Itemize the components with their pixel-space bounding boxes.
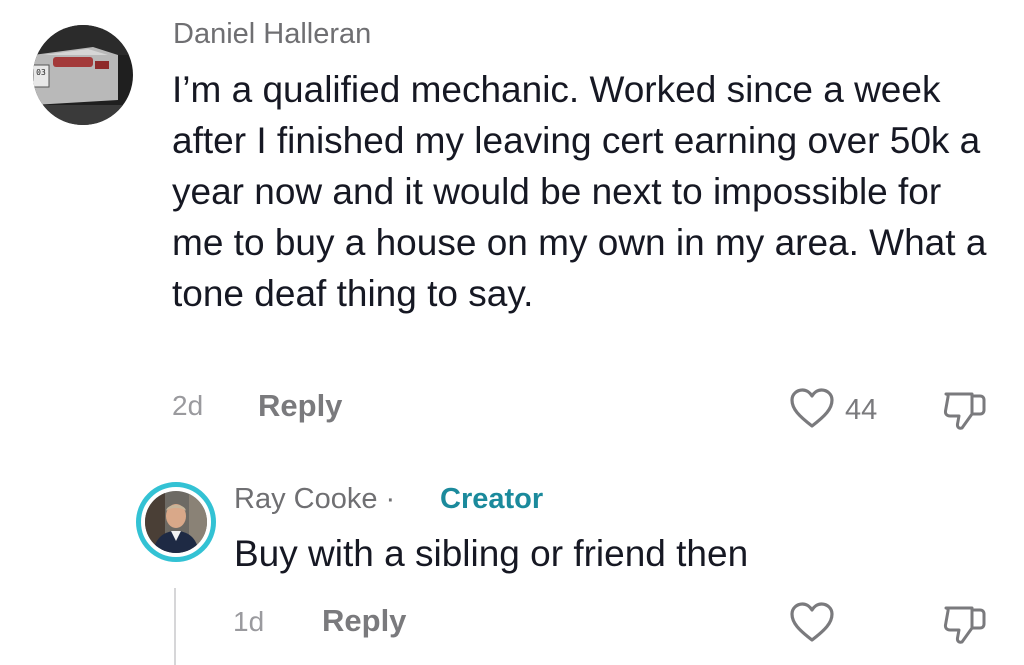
comment-text: I’m a qualified mechanic. Worked since a…	[172, 69, 987, 314]
commenter-username[interactable]: Daniel Halleran	[173, 18, 371, 51]
reply-timestamp: 1d	[233, 606, 265, 637]
heart-outline-icon	[789, 387, 835, 434]
comment-dislike-button[interactable]	[942, 388, 988, 437]
username-separator: ·	[377, 483, 396, 515]
creator-username[interactable]: Ray Cooke ·	[234, 483, 395, 516]
creator-badge: Creator	[440, 483, 544, 515]
car-photo-avatar: 03	[33, 25, 133, 125]
heart-outline-icon	[789, 601, 835, 648]
creator-avatar[interactable]	[136, 482, 216, 562]
comment-like-button[interactable]: 44	[789, 387, 877, 434]
comment-timestamp: 2d	[172, 390, 204, 421]
thumbs-down-icon	[942, 606, 988, 650]
svg-text:03: 03	[36, 68, 46, 77]
reply-like-button[interactable]	[789, 601, 835, 648]
comment-reply-button[interactable]: Reply	[258, 388, 342, 424]
thread-line	[174, 588, 176, 665]
thumbs-down-icon	[942, 392, 988, 436]
reply-dislike-button[interactable]	[942, 602, 988, 651]
creator-avatar-photo	[145, 491, 207, 553]
reply-reply-button[interactable]: Reply	[322, 603, 406, 639]
reply-text: Buy with a sibling or friend then	[234, 533, 749, 574]
commenter-avatar[interactable]: 03	[33, 25, 133, 125]
comment-like-count: 44	[845, 394, 878, 426]
